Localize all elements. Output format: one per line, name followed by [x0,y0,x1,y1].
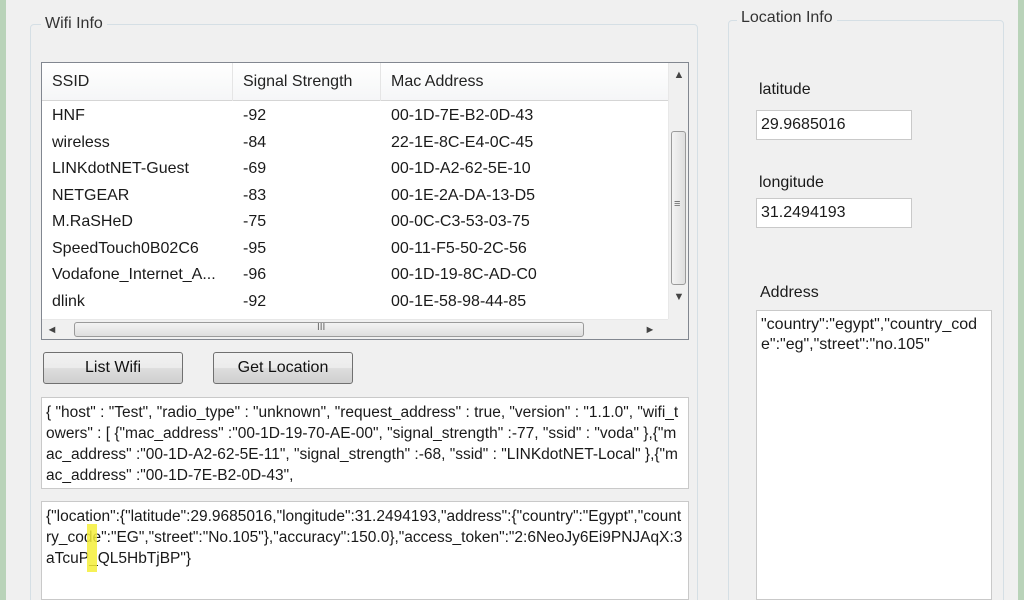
cell-signal: -95 [243,239,267,257]
wifi-row[interactable]: wireless -84 22-1E-8C-E4-0C-45 [42,130,668,157]
cell-ssid: dlink [52,292,85,310]
get-location-button[interactable]: Get Location [213,352,353,384]
vertical-scroll-thumb[interactable]: ≡ [671,131,686,285]
window-frame-right [1018,0,1024,600]
cell-signal: -69 [243,160,267,177]
cell-mac: 00-1D-A2-62-5E-10 [391,160,531,177]
cell-ssid: SpeedTouch0B02C6 [52,239,199,257]
address-textbox[interactable]: "country":"egypt","country_code":"eg","s… [756,310,992,600]
horizontal-scrollbar[interactable]: ◄ III ► [42,319,670,339]
cell-signal: -83 [243,186,267,204]
grip-icon: ≡ [674,198,681,210]
wifi-row[interactable]: Vodafone_Internet_A... -96 00-1D-19-8C-A… [42,262,668,289]
scroll-right-icon[interactable]: ► [642,322,658,338]
wifi-row[interactable]: SpeedTouch0B02C6 -95 00-11-F5-50-2C-56 [42,236,668,263]
cell-ssid: HNF [52,107,85,124]
cell-mac: 00-1E-2A-DA-13-D5 [391,186,536,204]
longitude-label: longitude [759,174,824,191]
wifi-list[interactable]: SSID Signal Strength Mac Address HNF -92… [41,62,689,340]
cell-mac: 00-1D-19-8C-AD-C0 [391,266,537,283]
column-header-signal-strength[interactable]: Signal Strength [233,63,381,101]
wifi-info-title: Wifi Info [41,15,107,33]
address-label: Address [760,284,819,301]
cell-ssid: M.RaSHeD [52,213,133,230]
cell-mac: 22-1E-8C-E4-0C-45 [391,133,534,151]
scroll-left-icon[interactable]: ◄ [44,322,60,338]
cell-mac: 00-1E-58-98-44-85 [391,292,527,310]
list-wifi-button[interactable]: List Wifi [43,352,183,384]
cell-ssid: NETGEAR [52,186,130,204]
cell-signal: -92 [243,107,267,124]
horizontal-scroll-thumb[interactable]: III [74,322,584,337]
grip-icon: III [317,322,326,333]
longitude-field[interactable]: 31.2494193 [756,198,912,228]
location-info-title: Location Info [737,9,837,27]
wifi-row[interactable]: NETGEAR -83 00-1E-2A-DA-13-D5 [42,183,668,210]
wifi-row[interactable]: M.RaSHeD -75 00-0C-C3-53-03-75 [42,209,668,236]
window-frame-left [0,0,6,600]
latitude-label: latitude [759,81,811,98]
cell-signal: -92 [243,292,267,310]
scroll-up-icon[interactable]: ▲ [671,67,687,83]
cell-ssid: LINKdotNET-Guest [52,160,189,177]
highlight-mark [87,524,97,572]
wifi-row[interactable]: HNF -92 00-1D-7E-B2-0D-43 [42,103,668,130]
wifi-row[interactable]: dlink -92 00-1E-58-98-44-85 [42,289,668,316]
column-header-ssid[interactable]: SSID [42,63,233,101]
cell-mac: 00-1D-7E-B2-0D-43 [391,107,534,124]
column-header-mac-address[interactable]: Mac Address [381,63,670,101]
wifi-row[interactable]: LINKdotNET-Guest -69 00-1D-A2-62-5E-10 [42,156,668,183]
wifi-list-header: SSID Signal Strength Mac Address [42,63,668,101]
cell-ssid: wireless [52,133,110,151]
latitude-field[interactable]: 29.9685016 [756,110,912,140]
cell-ssid: Vodafone_Internet_A... [52,266,216,283]
scroll-corner [668,319,688,339]
cell-signal: -96 [243,266,267,283]
vertical-scrollbar[interactable]: ▲ ≡ ▼ [668,63,688,321]
scroll-down-icon[interactable]: ▼ [671,289,687,305]
cell-signal: -84 [243,133,267,151]
cell-mac: 00-11-F5-50-2C-56 [391,239,527,257]
cell-mac: 00-0C-C3-53-03-75 [391,213,530,230]
response-json-textbox[interactable]: {"location":{"latitude":29.9685016,"long… [41,501,689,600]
cell-signal: -75 [243,213,267,230]
request-json-textbox[interactable]: { "host" : "Test", "radio_type" : "unkno… [41,397,689,489]
